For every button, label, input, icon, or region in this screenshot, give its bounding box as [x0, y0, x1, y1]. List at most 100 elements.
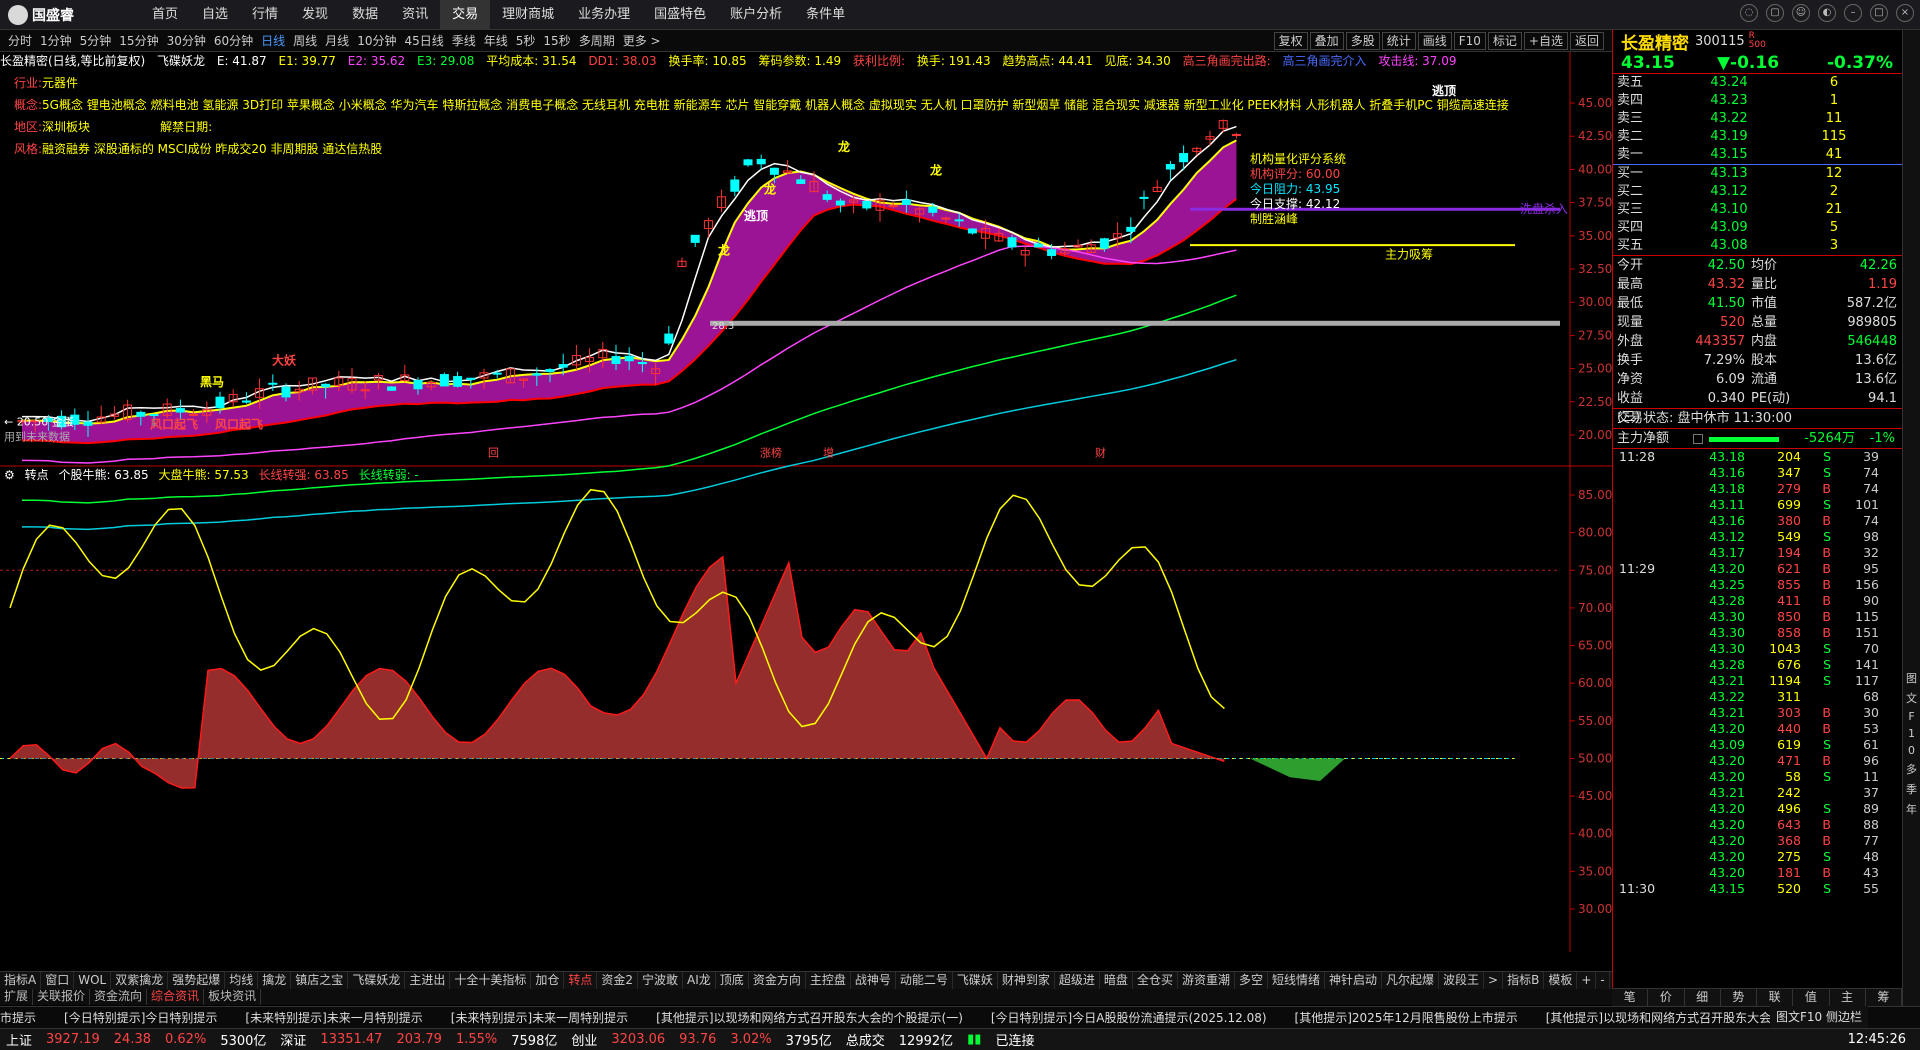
ticker-item-0[interactable]: 市提示: [0, 1011, 36, 1025]
signal-tag[interactable]: 风口起飞: [215, 416, 263, 431]
nav-item-11[interactable]: 条件单: [794, 0, 857, 30]
candle-body[interactable]: [888, 205, 898, 208]
ticker-item-7[interactable]: [其他提示]以现场和网络方式召开股东大会的个股: [1546, 1011, 1807, 1025]
candle-body[interactable]: [1126, 226, 1136, 232]
period-tab-13[interactable]: 5秒: [512, 32, 540, 49]
period-tab-14[interactable]: 15秒: [539, 32, 574, 49]
candle-body[interactable]: [637, 362, 647, 365]
skin-icon[interactable]: ◐: [1818, 4, 1836, 22]
quote-tab-0[interactable]: 笔: [1612, 989, 1649, 1006]
indicator-tab-1[interactable]: 窗口: [41, 972, 75, 989]
indicator-tab-19[interactable]: 战神号: [851, 972, 896, 989]
indicator-tab-2[interactable]: WOL: [74, 972, 112, 989]
candle-body[interactable]: [835, 200, 845, 206]
candle-body[interactable]: [453, 376, 463, 387]
chart-tool-4[interactable]: 画线: [1417, 32, 1452, 50]
candle-body[interactable]: [492, 372, 502, 375]
sub-tab-0[interactable]: 扩展: [0, 989, 34, 1005]
chart-tool-5[interactable]: F10: [1453, 32, 1486, 50]
candle-body[interactable]: [822, 194, 832, 200]
signal-tag[interactable]: 黑马: [200, 375, 224, 389]
candle-body[interactable]: [967, 228, 977, 234]
ticker-item-2[interactable]: [未来特别提示]未来一月特别提示: [245, 1011, 422, 1025]
indicator-tab-30[interactable]: 凡尔起爆: [1382, 972, 1440, 989]
period-tab-6[interactable]: 日线: [257, 32, 289, 49]
nav-item-8[interactable]: 业务办理: [566, 0, 642, 30]
chart-tool-0[interactable]: 复权: [1273, 32, 1308, 50]
f10-sidebar-toggle[interactable]: 图文F10 侧边栏: [1770, 1006, 1868, 1028]
ticker-item-1[interactable]: [今日特别提示]今日特别提示: [64, 1011, 217, 1025]
ask-row-0[interactable]: 卖五 43.24 6: [1613, 74, 1902, 92]
candle-body[interactable]: [558, 364, 568, 368]
quote-tab-6[interactable]: 主: [1830, 989, 1866, 1006]
candle-body[interactable]: [664, 333, 674, 344]
indicator-tab-9[interactable]: 主进出: [405, 972, 451, 989]
nav-item-3[interactable]: 发现: [290, 0, 340, 30]
lower-settings-icon[interactable]: ⚙: [4, 468, 15, 482]
chat-icon[interactable]: ◌: [1740, 4, 1758, 22]
indicator-tab-31[interactable]: 波段王: [1439, 972, 1485, 989]
indicator-tab-7[interactable]: 镇店之宝: [291, 972, 349, 989]
event-note[interactable]: 增: [823, 446, 834, 460]
indicator-tab-33[interactable]: 指标B: [1503, 972, 1545, 989]
indicator-tab-25[interactable]: 全仓买: [1133, 972, 1178, 989]
candle-body[interactable]: [413, 380, 423, 390]
ticker-item-6[interactable]: [其他提示]2025年12月限售股份上市提示: [1295, 1011, 1518, 1025]
period-tab-0[interactable]: 分时: [4, 32, 36, 49]
indicator-tab-8[interactable]: 飞碟妖龙: [348, 972, 406, 989]
candle-body[interactable]: [862, 200, 872, 209]
signal-tag[interactable]: 逃顶: [744, 208, 768, 223]
nav-item-9[interactable]: 国盛特色: [642, 0, 718, 30]
candle-body[interactable]: [439, 374, 449, 387]
sub-tab-4[interactable]: 板块资讯: [204, 989, 262, 1005]
candle-body[interactable]: [1139, 196, 1149, 199]
side-tab-2[interactable]: F: [1903, 710, 1920, 723]
side-tab-1[interactable]: 文: [1903, 690, 1920, 706]
candle-body[interactable]: [466, 377, 476, 380]
indicator-tab-24[interactable]: 暗盘: [1100, 972, 1133, 989]
indicator-tab-11[interactable]: 加仓: [531, 972, 565, 989]
period-tab-1[interactable]: 1分钟: [36, 32, 76, 49]
side-tab-4[interactable]: 0: [1903, 744, 1920, 757]
chart-tool-8[interactable]: 返回: [1569, 32, 1604, 50]
candle-body[interactable]: [730, 179, 740, 192]
period-tab-16[interactable]: 更多 >: [619, 32, 665, 49]
chart-tool-1[interactable]: 叠加: [1309, 32, 1344, 50]
event-note[interactable]: 财: [1095, 446, 1106, 460]
bid-row-3[interactable]: 买四 43.09 5: [1613, 219, 1902, 237]
candle-body[interactable]: [387, 386, 397, 391]
candle-body[interactable]: [149, 414, 159, 417]
nav-item-2[interactable]: 行情: [240, 0, 290, 30]
indicator-tab-17[interactable]: 资金方向: [749, 972, 806, 989]
indicator-tab-26[interactable]: 游资重潮: [1178, 972, 1235, 989]
candle-body[interactable]: [1165, 163, 1175, 170]
user-icon[interactable]: ☺: [1792, 4, 1810, 22]
period-tab-5[interactable]: 60分钟: [210, 32, 257, 49]
quote-tab-7[interactable]: 筹: [1866, 989, 1902, 1006]
minimize-icon[interactable]: –: [1844, 4, 1862, 22]
chart-tool-2[interactable]: 多股: [1345, 32, 1380, 50]
candle-body[interactable]: [796, 179, 806, 184]
bid-row-4[interactable]: 买五 43.08 3: [1613, 237, 1902, 255]
period-tab-3[interactable]: 15分钟: [115, 32, 162, 49]
nav-item-0[interactable]: 首页: [140, 0, 190, 30]
message-icon[interactable]: ▢: [1766, 4, 1784, 22]
cy-label[interactable]: 创业: [571, 1030, 597, 1049]
nav-item-10[interactable]: 账户分析: [718, 0, 794, 30]
nav-item-6[interactable]: 交易: [440, 0, 491, 30]
candle-body[interactable]: [241, 400, 251, 403]
ticker-item-4[interactable]: [其他提示]以现场和网络方式召开股东大会的个股提示(一): [656, 1011, 963, 1025]
tick-list[interactable]: 11:28 43.18 204 S 39 43.16 347 S 74 43.18 279 B 74 43…: [1613, 449, 1902, 897]
period-tab-9[interactable]: 10分钟: [353, 32, 400, 49]
candle-body[interactable]: [83, 421, 93, 426]
period-tab-12[interactable]: 年线: [480, 32, 512, 49]
candle-body[interactable]: [756, 158, 766, 165]
candle-body[interactable]: [901, 199, 911, 205]
indicator-tab-4[interactable]: 强势起爆: [168, 972, 226, 989]
indicator-tab-18[interactable]: 主控盘: [806, 972, 851, 989]
nav-item-7[interactable]: 理财商城: [490, 0, 566, 30]
candle-body[interactable]: [954, 219, 964, 222]
nav-item-1[interactable]: 自选: [190, 0, 240, 30]
nav-item-4[interactable]: 数据: [340, 0, 390, 30]
candle-body[interactable]: [941, 217, 951, 220]
